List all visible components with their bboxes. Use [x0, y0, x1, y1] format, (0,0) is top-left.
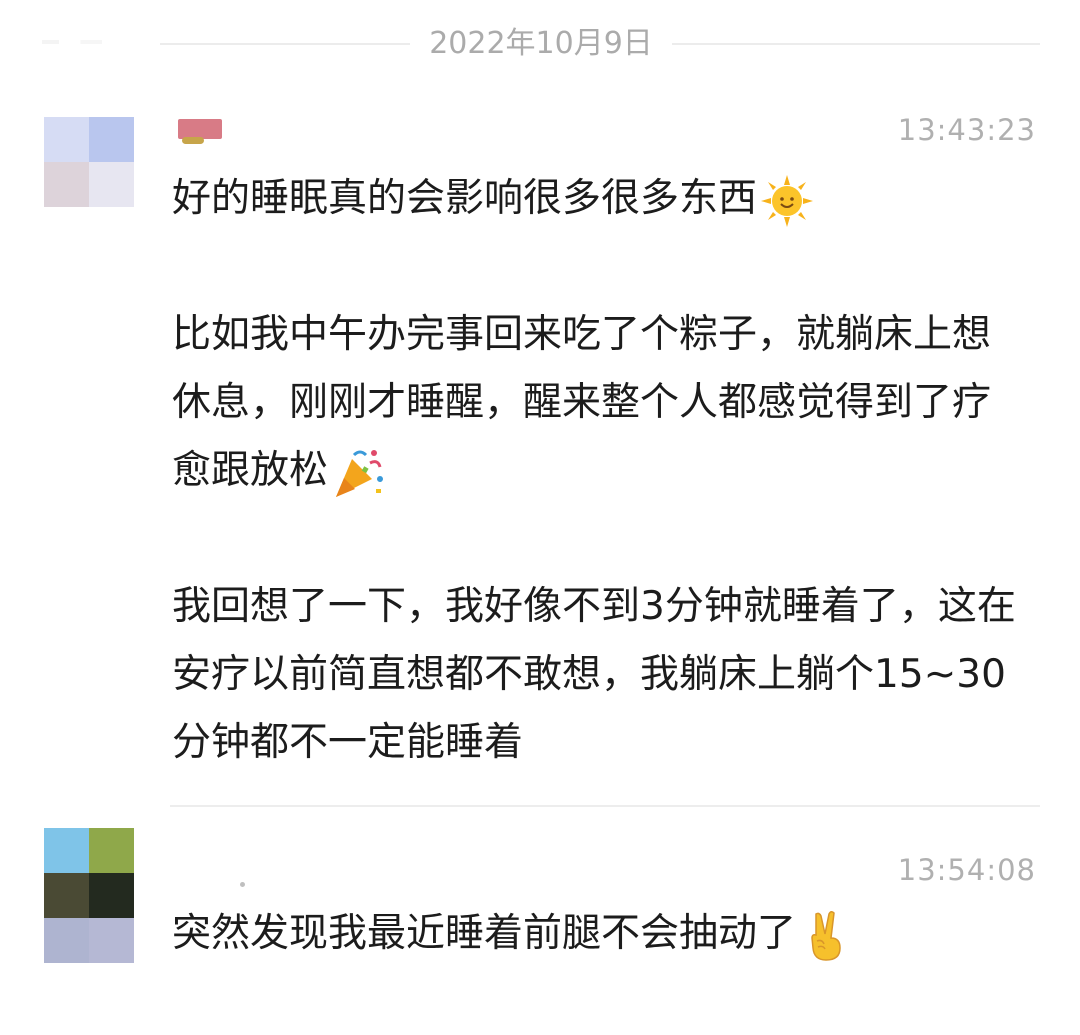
- message-paragraph-text: 比如我中午办完事回来吃了个粽子，就躺床上想休息，刚刚才睡醒，醒来整个人都感觉得到…: [172, 312, 992, 493]
- message-timestamp: 13:43:23: [897, 113, 1036, 147]
- avatar-pixel: [89, 117, 134, 162]
- avatar-pixel: [89, 828, 134, 873]
- username-redaction-underline: [182, 137, 204, 144]
- message-text: 突然发现我最近睡着前腿不会抽动了: [172, 900, 1022, 968]
- avatar-pixel: [44, 918, 89, 963]
- username-redaction-bar: [178, 119, 222, 139]
- date-divider: 2022年10月9日: [0, 22, 1080, 66]
- victory-hand-icon: [798, 908, 854, 964]
- message-paragraph-text: 我回想了一下，我好像不到3分钟就睡着了，这在安疗以前简直想都不敢想，我躺床上躺个…: [172, 584, 1016, 765]
- date-divider-text: 2022年10月9日: [429, 26, 653, 61]
- message-separator: [170, 805, 1040, 807]
- avatar-pixel: [89, 918, 134, 963]
- date-divider-line-left: [160, 43, 410, 45]
- party-popper-icon: [330, 445, 386, 501]
- avatar-pixel: [44, 117, 89, 162]
- avatar-pixel: [44, 162, 89, 207]
- username-redacted[interactable]: [178, 119, 222, 144]
- avatar[interactable]: [44, 117, 134, 207]
- avatar-pixel: [44, 828, 89, 873]
- message-paragraph: 我回想了一下，我好像不到3分钟就睡着了，这在安疗以前简直想都不敢想，我躺床上躺个…: [172, 573, 1022, 777]
- avatar-pixel: [89, 873, 134, 918]
- message-text: 好的睡眠真的会影响很多很多东西 比如我中午办完事回来吃了个粽子，就躺床上想休息，…: [172, 165, 1022, 777]
- message-paragraph: 突然发现我最近睡着前腿不会抽动了: [172, 900, 1022, 968]
- date-divider-line-right: [672, 43, 1040, 45]
- avatar-pixel: [44, 873, 89, 918]
- message-paragraph-text: 突然发现我最近睡着前腿不会抽动了: [172, 911, 797, 956]
- blurred-header-mark: [42, 40, 128, 44]
- avatar-pixel: [89, 162, 134, 207]
- message-paragraph-text: 好的睡眠真的会影响很多很多东西: [172, 176, 758, 221]
- message-timestamp: 13:54:08: [897, 853, 1036, 887]
- sun-icon: [759, 173, 815, 229]
- avatar[interactable]: [44, 828, 134, 963]
- message-paragraph: 好的睡眠真的会影响很多很多东西: [172, 165, 1022, 233]
- username-redacted[interactable]: [240, 882, 245, 887]
- message-paragraph: 比如我中午办完事回来吃了个粽子，就躺床上想休息，刚刚才睡醒，醒来整个人都感觉得到…: [172, 301, 1022, 505]
